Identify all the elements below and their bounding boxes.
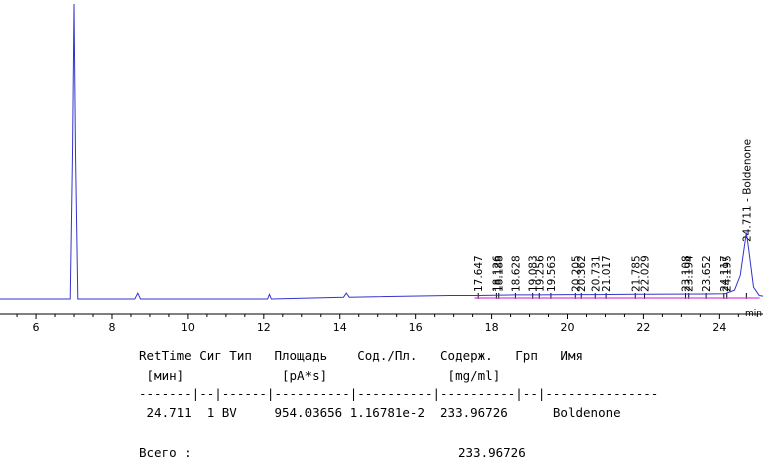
x-tick-label: 22 xyxy=(636,321,650,334)
peak-label: 19.256 xyxy=(534,255,546,292)
peak-label: 19.563 xyxy=(546,255,558,292)
peak-label: 18.188 xyxy=(494,255,506,292)
x-tick-label: 16 xyxy=(409,321,423,334)
report-data-row: 24.711 1 BV 954.03656 1.16781e-2 233.967… xyxy=(139,405,621,420)
report-header-row: RetTime Сиг Тип Площадь Сод./Пл. Содерж.… xyxy=(139,348,584,363)
x-tick-label: 20 xyxy=(561,321,575,334)
x-tick-label: 12 xyxy=(257,321,271,334)
x-tick-label: 6 xyxy=(33,321,40,334)
plot-area xyxy=(0,3,763,300)
peak-label: 24.711 - Boldenone xyxy=(741,139,753,242)
report-total-value: 233.96726 xyxy=(458,445,526,460)
peak-label: 21.017 xyxy=(601,255,613,292)
x-axis-unit: min xyxy=(745,309,762,319)
integration-report: RetTime Сиг Тип Площадь Сод./Пл. Содерж.… xyxy=(0,340,763,463)
signal-trace xyxy=(0,3,763,300)
x-tick-label: 10 xyxy=(181,321,195,334)
report-separator: -------|--|------|----------|----------|… xyxy=(139,386,659,401)
x-tick-label: 14 xyxy=(333,321,347,334)
x-axis: 6 8 10 12 14 16 18 20 22 24 min xyxy=(0,309,763,334)
peak-label: 20.362 xyxy=(576,255,588,292)
report-units-row: [мин] [pA*s] [mg/ml] xyxy=(139,368,501,383)
peak-label: 17.647 xyxy=(473,255,485,292)
x-tick-label: 18 xyxy=(485,321,499,334)
peak-label: 23.194 xyxy=(684,255,696,292)
peak-label: 22.029 xyxy=(640,255,652,292)
chromatogram: 17.647 18.12618.188 18.628 19.08319.256 19.5… xyxy=(0,3,763,334)
peak-label: 23.652 xyxy=(701,255,713,292)
peak-label: 24.195 xyxy=(722,255,734,292)
x-tick-label: 24 xyxy=(712,321,726,334)
report-total-label: Всего : xyxy=(139,445,192,460)
peak-label: 18.628 xyxy=(510,255,522,292)
peak-labels: 17.647 18.12618.188 18.628 19.08319.256 19.5… xyxy=(473,139,753,299)
x-tick-label: 8 xyxy=(108,321,115,334)
